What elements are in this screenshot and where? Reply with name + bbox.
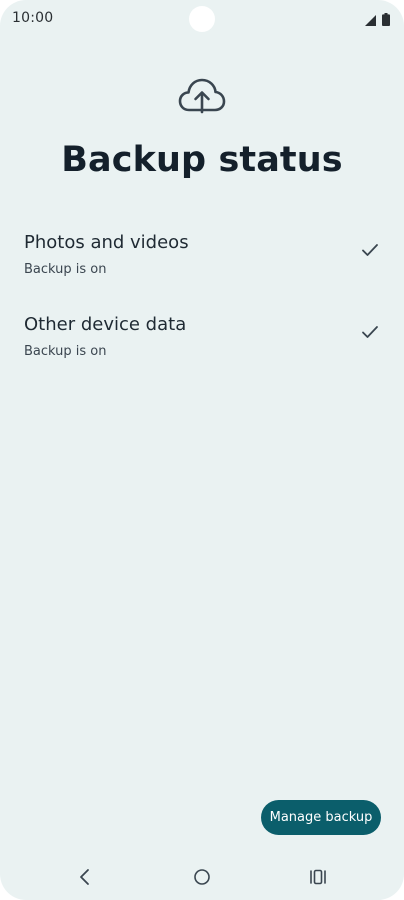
home-icon[interactable] [188,864,216,890]
camera-cutout [189,6,215,32]
check-icon [360,240,380,260]
item-subtitle: Backup is on [24,344,107,359]
list-item-other-device-data[interactable]: Other device data Backup is on [0,314,404,386]
recents-icon[interactable] [304,864,332,890]
cloud-upload-icon [178,76,226,116]
device-screen: 10:00 Backup status Photos and videos Ba… [0,0,404,900]
back-icon[interactable] [71,864,99,890]
signal-icon [365,11,376,30]
item-title: Photos and videos [24,232,189,253]
battery-icon [382,11,390,30]
check-icon [360,322,380,342]
item-title: Other device data [24,314,187,335]
list-item-photos-videos[interactable]: Photos and videos Backup is on [0,232,404,304]
manage-backup-button[interactable]: Manage backup [261,800,381,835]
status-icons [365,11,390,30]
page-title: Backup status [61,140,343,180]
status-bar: 10:00 [0,0,404,38]
item-subtitle: Backup is on [24,262,107,277]
navigation-bar [0,858,404,896]
status-time: 10:00 [12,10,54,26]
